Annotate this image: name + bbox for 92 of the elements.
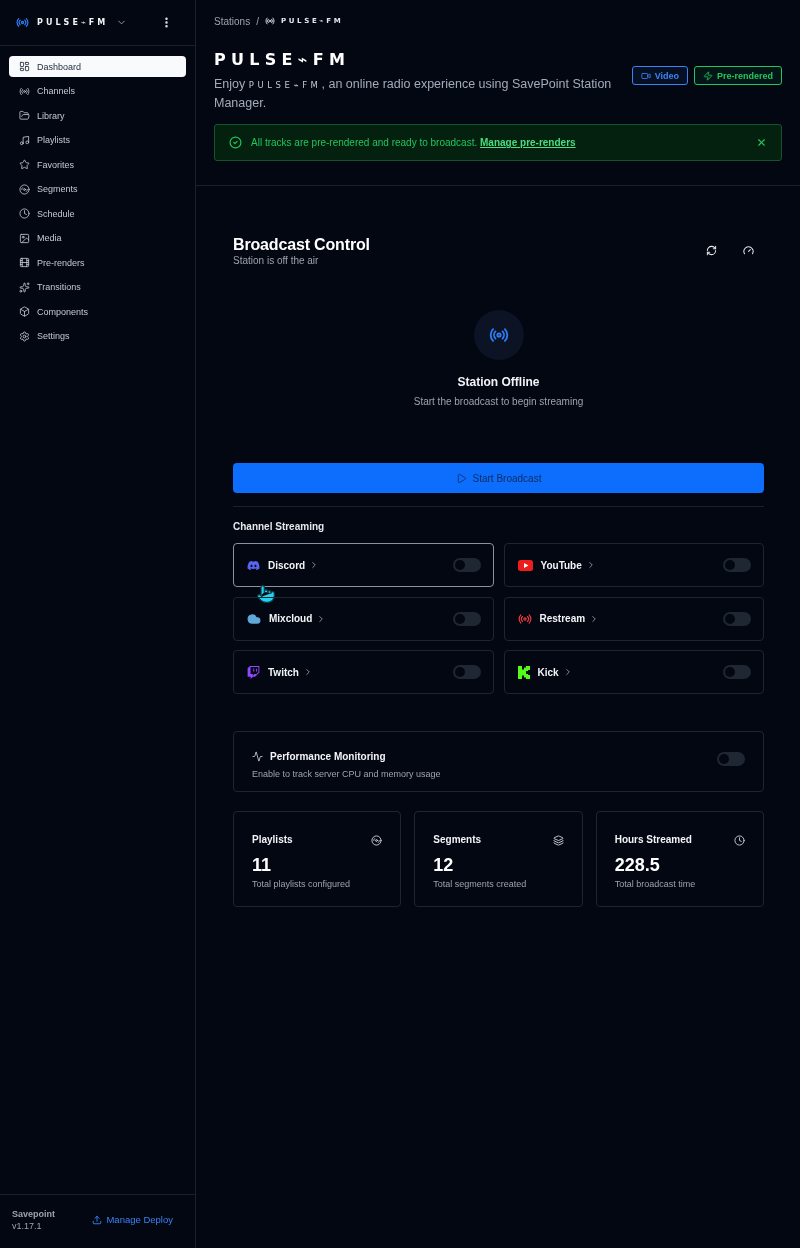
nav-item[interactable]: Components [9, 301, 186, 322]
play-icon [455, 472, 467, 484]
channel-card[interactable]: YouTube [503, 543, 764, 587]
refresh-icon[interactable] [706, 245, 717, 256]
youtube-logo-icon [517, 559, 533, 571]
toggle-switch[interactable] [717, 752, 745, 766]
stat-caption: Total segments created [433, 879, 528, 890]
stat-caption: Total broadcast time [614, 879, 697, 890]
broadcast-icon [473, 310, 524, 360]
tag-button[interactable]: Pre-rendered [693, 66, 782, 85]
channel-card[interactable]: Twitch [233, 650, 494, 694]
broadcast-logo-icon [517, 611, 532, 626]
breadcrumb-separator: / [256, 15, 259, 27]
channel-card[interactable]: Restream [503, 596, 764, 641]
upload-icon [92, 1214, 103, 1225]
nav-item[interactable]: Favorites [9, 154, 186, 175]
channel-name: Mixcloud [269, 613, 313, 624]
stat-label: Segments [433, 834, 482, 846]
channel-name: Restream [539, 613, 586, 624]
sparkles-icon [19, 281, 30, 293]
nav-item[interactable]: Channels [9, 80, 186, 102]
performance-description: Enable to track server CPU and memory usage [252, 769, 441, 779]
app-name: Savepoint [12, 1208, 55, 1219]
kick-logo-icon [517, 665, 530, 679]
folder-icon [19, 110, 30, 121]
disc-icon [371, 834, 383, 846]
toggle-switch[interactable] [452, 558, 481, 572]
nav-item[interactable]: Segments [9, 178, 186, 200]
check-circle-icon [229, 136, 242, 149]
nav-item[interactable]: Dashboard [9, 56, 186, 77]
channel-card[interactable]: Kick [503, 650, 764, 694]
channel-name: Kick [537, 666, 559, 678]
toggle-switch[interactable] [452, 611, 481, 626]
nav-item[interactable]: Schedule [9, 203, 186, 224]
discord-logo-icon [247, 558, 260, 572]
nav-item[interactable]: Playlists [9, 129, 186, 151]
lightning-icon [702, 70, 713, 81]
section-subtitle: Station is off the air [233, 255, 320, 266]
close-icon[interactable] [756, 137, 767, 148]
channel-name: Discord [268, 559, 306, 571]
radio-logo-icon [16, 16, 29, 29]
station-logo-text: PULSE⌁FM [37, 18, 109, 27]
nav-item[interactable]: Transitions [9, 276, 186, 298]
toggle-switch[interactable] [723, 558, 751, 572]
image-icon [19, 232, 30, 244]
nav-item[interactable]: Library [9, 105, 186, 126]
nav-item[interactable]: Pre-renders [9, 252, 186, 273]
stat-label: Playlists [252, 834, 293, 846]
stat-label: Hours Streamed [614, 834, 692, 846]
film-icon [19, 257, 30, 268]
video-camera-icon [640, 70, 651, 81]
manage-deploy-link[interactable]: Manage Deploy [92, 1214, 173, 1225]
music-note-icon [19, 134, 30, 146]
nav-item[interactable]: Media [9, 227, 186, 249]
manage-prerenders-link[interactable]: Manage pre-renders [480, 137, 576, 148]
cube-icon [19, 306, 30, 317]
radio-icon [19, 85, 30, 97]
channel-name: Twitch [268, 666, 299, 678]
section-label: Channel Streaming [233, 521, 326, 533]
nav-item[interactable]: Settings [9, 325, 186, 347]
hand-cursor-icon [256, 584, 276, 604]
grid-icon [19, 61, 30, 72]
clock-icon [734, 834, 745, 846]
status-title: Station Offline [457, 375, 540, 389]
alert-message: All tracks are pre-rendered and ready to broadcast. Manage pre-renders [251, 137, 576, 148]
clock-icon [19, 208, 30, 219]
channel-name: YouTube [540, 559, 582, 571]
station-title: PULSE⌁FM [214, 50, 352, 70]
toggle-switch[interactable] [723, 611, 751, 626]
section-title: Broadcast Control [233, 236, 370, 254]
stat-value: 228.5 [614, 855, 661, 875]
stat-value: 12 [433, 855, 455, 875]
gauge-icon[interactable] [743, 245, 754, 256]
status-message: Start the broadcast to begin streaming [413, 396, 584, 407]
breadcrumb-link[interactable]: Stations [214, 15, 251, 27]
disc-icon [19, 183, 30, 195]
stat-caption: Total playlists configured [252, 879, 352, 890]
station-description: Enjoy PULSE⌁FM, an online radio experience using SavePoint Station Manager. [214, 76, 613, 112]
twitch-logo-icon [247, 665, 260, 679]
tag-button[interactable]: Video [631, 66, 688, 85]
app-version: v1.17.1 [12, 1220, 43, 1231]
toggle-switch[interactable] [452, 665, 481, 679]
activity-icon [252, 751, 263, 762]
toggle-switch[interactable] [723, 665, 751, 679]
layers-icon [552, 834, 564, 846]
channel-card[interactable]: Mixcloud [233, 596, 494, 641]
cloud-logo-icon [247, 611, 261, 626]
performance-title: Performance Monitoring [270, 751, 386, 762]
star-icon [19, 159, 30, 170]
stat-value: 11 [252, 855, 273, 875]
settings-icon [19, 330, 30, 342]
radio-icon [264, 16, 275, 26]
